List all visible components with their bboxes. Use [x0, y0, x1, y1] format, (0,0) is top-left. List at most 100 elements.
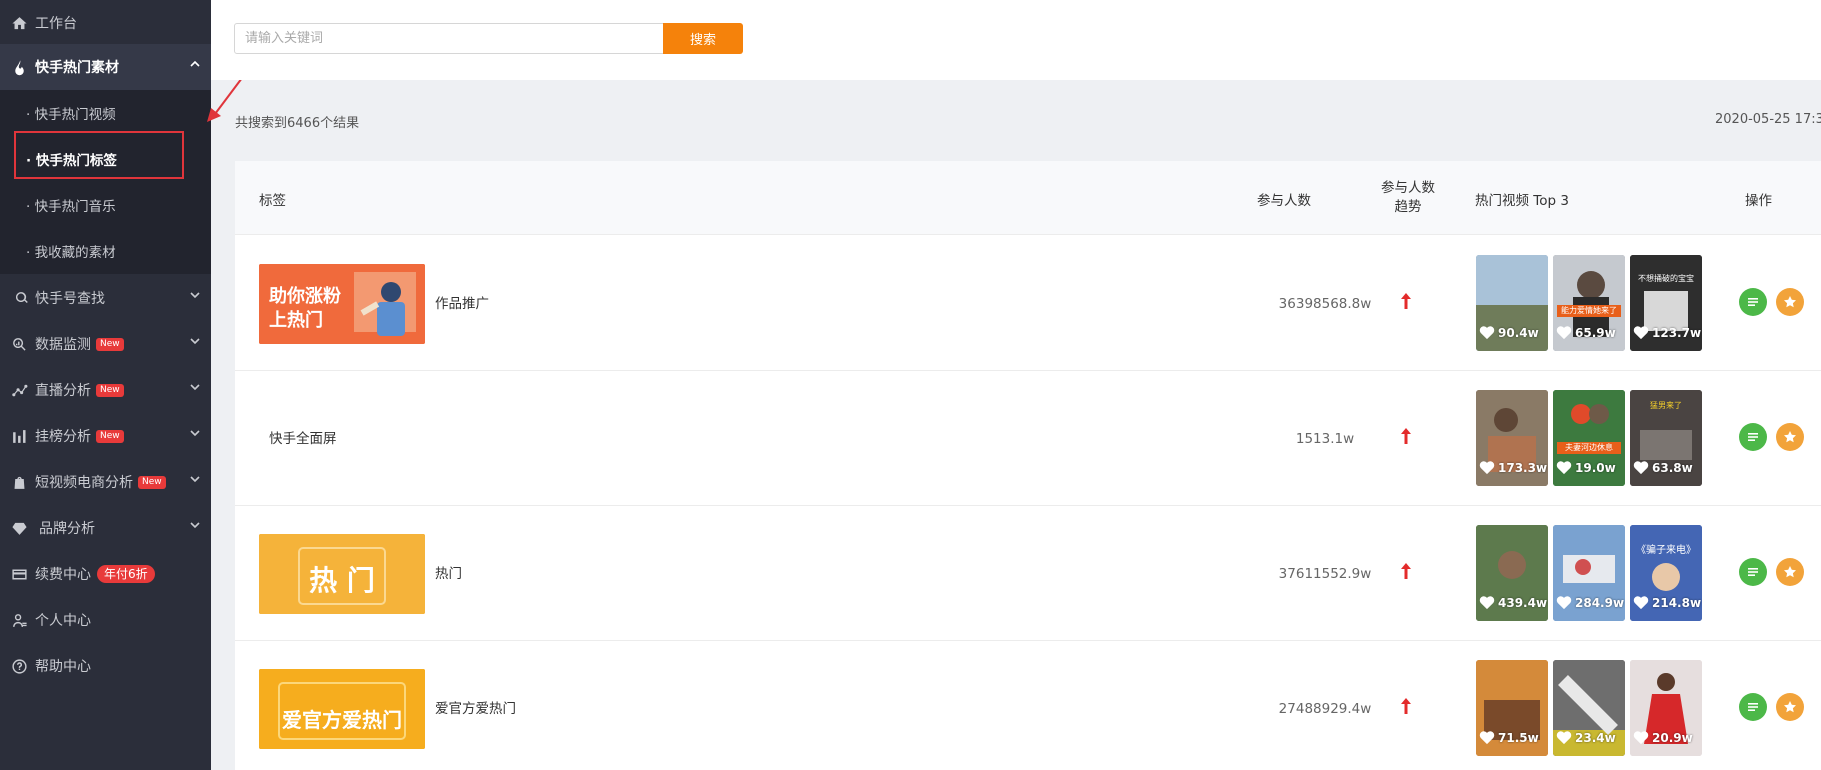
- search-input[interactable]: [234, 23, 675, 54]
- sidebar-item-account-search[interactable]: 快手号查找: [0, 275, 211, 321]
- sidebar-item-kuaishou-hot-material[interactable]: 快手热门素材: [0, 44, 211, 90]
- favorite-button[interactable]: [1776, 693, 1804, 721]
- video-likes: 214.8w: [1630, 595, 1702, 610]
- heart-icon: [1633, 326, 1649, 340]
- user-icon: [10, 611, 28, 629]
- likes-count: 63.8w: [1652, 460, 1693, 475]
- table-row: 爱官方爱热门 爱官方爱热门 27488929.4w 71.5w 23.4w 20…: [235, 641, 1821, 770]
- top-video-thumbnail[interactable]: 20.9w: [1630, 660, 1702, 756]
- video-caption: 不想捅破的宝宝: [1638, 274, 1694, 283]
- heart-icon: [1556, 326, 1572, 340]
- sidebar-item-label: 个人中心: [35, 613, 91, 629]
- tag-name[interactable]: 爱官方爱热门: [435, 697, 516, 717]
- list-icon: [1748, 568, 1758, 576]
- top-video-thumbnail[interactable]: 不想捅破的宝宝 123.7w: [1630, 255, 1702, 351]
- favorite-button[interactable]: [1776, 423, 1804, 451]
- sidebar-item-label: 帮助中心: [35, 659, 91, 675]
- heart-icon: [1479, 461, 1495, 475]
- submenu-item-favorites[interactable]: · 我收藏的素材: [0, 228, 211, 274]
- submenu-item-label: · 快手热门音乐: [26, 199, 116, 215]
- banner-text: 爱官方爱热门: [282, 708, 402, 732]
- top-video-thumbnail[interactable]: 173.3w: [1476, 390, 1548, 486]
- table-row: 助你涨粉 上热门 作品推广 36398568.8w 90.4w 能力爱情她来了 …: [235, 236, 1821, 371]
- top-video-thumbnail[interactable]: 23.4w: [1553, 660, 1625, 756]
- tag-name[interactable]: 热门: [435, 562, 462, 582]
- top-video-thumbnail[interactable]: 71.5w: [1476, 660, 1548, 756]
- sidebar-item-renewal-center[interactable]: 续费中心 年付6折: [0, 551, 211, 597]
- trend-up-arrow-icon: [1401, 698, 1411, 714]
- top-video-thumbnail[interactable]: 夫妻河边休息 19.0w: [1553, 390, 1625, 486]
- sidebar-item-live-analysis[interactable]: 直播分析 New: [0, 367, 211, 413]
- bar-chart-icon: [10, 427, 28, 445]
- submenu-item-hot-music[interactable]: · 快手热门音乐: [0, 182, 211, 228]
- detail-button[interactable]: [1739, 693, 1767, 721]
- sidebar: 工作台 快手热门素材 · 快手热门视频 · 快手热门标签 · 快手热门音乐 · …: [0, 0, 211, 770]
- search-button[interactable]: 搜索: [663, 23, 743, 54]
- sidebar-item-ecommerce-analysis[interactable]: 短视频电商分析 New: [0, 459, 211, 505]
- submenu-item-label: · 快手热门视频: [26, 107, 116, 123]
- sidebar-item-data-monitor[interactable]: 数据监测 New: [0, 321, 211, 367]
- table-header: 标签 参与人数 参与人数 趋势 热门视频 Top 3 操作: [235, 161, 1821, 235]
- sidebar-item-personal-center[interactable]: 个人中心: [0, 597, 211, 643]
- result-count: 共搜索到6466个结果: [235, 116, 360, 131]
- trend-up-arrow-icon: [1401, 428, 1411, 444]
- video-likes: 20.9w: [1630, 730, 1702, 745]
- tag-name[interactable]: 作品推广: [435, 292, 489, 312]
- sidebar-item-ranking-analysis[interactable]: 挂榜分析 New: [0, 413, 211, 459]
- sidebar-item-label: 快手热门素材: [35, 60, 119, 76]
- home-icon: [10, 14, 28, 32]
- participant-count: 1513.1w: [1295, 431, 1355, 447]
- top-video-thumbnail[interactable]: 90.4w: [1476, 255, 1548, 351]
- top-video-thumbnail[interactable]: 能力爱情她来了 65.9w: [1553, 255, 1625, 351]
- detail-button[interactable]: [1739, 288, 1767, 316]
- tag-name[interactable]: 快手全面屏: [269, 427, 337, 447]
- chevron-down-icon: [189, 427, 201, 439]
- sidebar-item-brand-analysis[interactable]: 品牌分析: [0, 505, 211, 551]
- sidebar-item-workbench[interactable]: 工作台: [0, 0, 211, 46]
- video-likes: 173.3w: [1476, 460, 1548, 475]
- submenu-item-label: · 快手热门标签: [26, 153, 117, 169]
- detail-button[interactable]: [1739, 558, 1767, 586]
- sidebar-item-label: 续费中心: [35, 567, 91, 583]
- header-trend: 参与人数 趋势: [1368, 179, 1448, 217]
- favorite-button[interactable]: [1776, 558, 1804, 586]
- top-video-thumbnail[interactable]: 284.9w: [1553, 525, 1625, 621]
- likes-count: 19.0w: [1575, 460, 1616, 475]
- video-likes: 284.9w: [1553, 595, 1625, 610]
- heart-icon: [1479, 326, 1495, 340]
- chevron-down-icon: [189, 519, 201, 531]
- trend-chart-icon: [10, 381, 28, 399]
- tag-banner-image: 助你涨粉 上热门: [259, 264, 425, 344]
- video-likes: 19.0w: [1553, 460, 1625, 475]
- video-caption: 能力爱情她来了: [1557, 305, 1621, 317]
- submenu-item-hot-tags[interactable]: · 快手热门标签: [0, 136, 211, 182]
- sidebar-item-label: 数据监测: [35, 337, 91, 353]
- video-likes: 23.4w: [1553, 730, 1625, 745]
- heart-icon: [1633, 731, 1649, 745]
- table-row: 热 门 热门 37611552.9w 439.4w 284.9w 《骗子来电》 …: [235, 506, 1821, 641]
- search-bar: 搜索: [211, 0, 1821, 80]
- timestamp: 2020-05-25 17:35: [1715, 112, 1821, 127]
- top-video-thumbnail[interactable]: 猛男来了 63.8w: [1630, 390, 1702, 486]
- sidebar-item-label: 短视频电商分析: [35, 475, 133, 491]
- chevron-up-icon: [189, 58, 201, 70]
- top-video-thumbnail[interactable]: 439.4w: [1476, 525, 1548, 621]
- video-likes: 71.5w: [1476, 730, 1548, 745]
- chevron-down-icon: [189, 289, 201, 301]
- star-icon: [1784, 431, 1796, 443]
- likes-count: 439.4w: [1498, 595, 1548, 610]
- search-icon: [10, 289, 28, 307]
- submenu-item-hot-videos[interactable]: · 快手热门视频: [0, 90, 211, 136]
- participant-count: 27488929.4w: [1278, 701, 1372, 717]
- star-icon: [1784, 566, 1796, 578]
- video-likes: 439.4w: [1476, 595, 1548, 610]
- heart-icon: [1479, 596, 1495, 610]
- detail-button[interactable]: [1739, 423, 1767, 451]
- new-badge: New: [96, 337, 124, 351]
- top-video-thumbnail[interactable]: 《骗子来电》 214.8w: [1630, 525, 1702, 621]
- favorite-button[interactable]: [1776, 288, 1804, 316]
- video-caption: 《骗子来电》: [1636, 545, 1696, 556]
- heart-icon: [1633, 596, 1649, 610]
- list-icon: [1748, 703, 1758, 711]
- sidebar-item-help-center[interactable]: 帮助中心: [0, 643, 211, 689]
